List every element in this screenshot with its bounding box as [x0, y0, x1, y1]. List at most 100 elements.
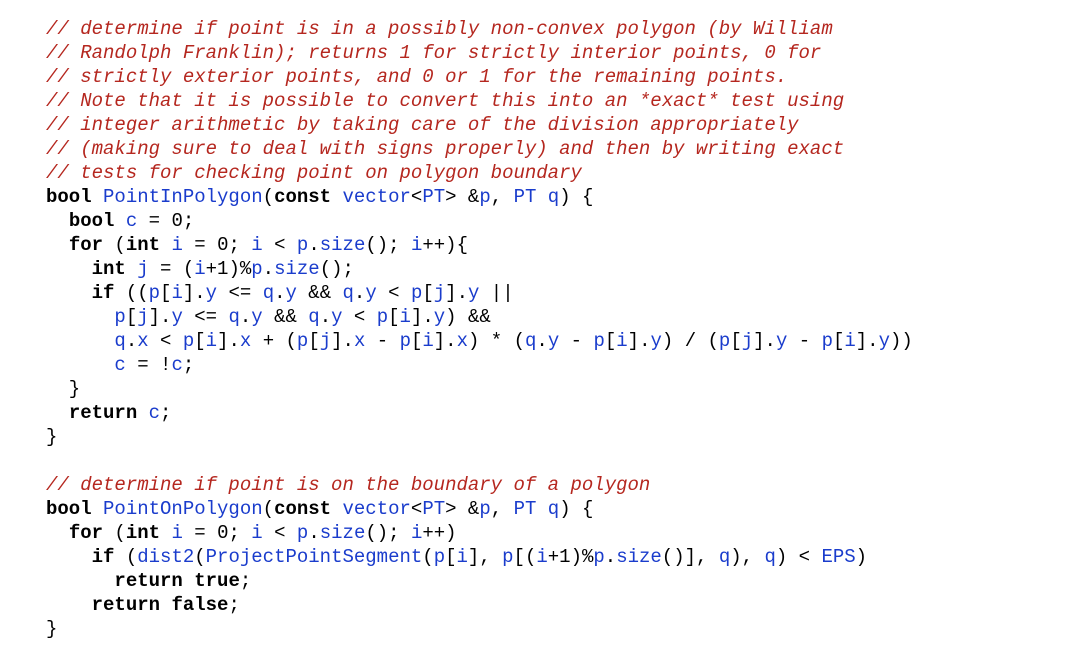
code-identifier: PointOnPolygon — [103, 498, 263, 520]
code-punctuation: < — [262, 522, 297, 544]
code-comment: // Note that it is possible to convert t… — [46, 90, 845, 112]
code-punctuation: = 0; — [137, 210, 195, 232]
code-identifier: j — [319, 330, 332, 352]
code-punctuation: > & — [445, 186, 480, 208]
code-keyword: for — [68, 522, 104, 544]
code-punctuation: && — [296, 282, 343, 304]
code-punctuation — [46, 354, 114, 376]
code-line: for (int i = 0; i < p.size(); i++){ — [46, 233, 913, 257]
code-identifier: p — [433, 546, 446, 568]
code-punctuation: +1)% — [547, 546, 594, 568]
code-identifier: dist2 — [137, 546, 195, 568]
code-identifier: i — [844, 330, 856, 352]
code-keyword: const — [274, 186, 332, 208]
code-identifier: i — [171, 234, 183, 256]
code-identifier: i — [422, 330, 434, 352]
code-identifier: y — [205, 282, 218, 304]
code-identifier: p — [593, 546, 605, 568]
code-punctuation: ()], — [661, 546, 719, 568]
code-punctuation: = 0; — [182, 234, 252, 256]
code-punctuation: ) — [855, 546, 868, 568]
code-keyword: bool — [46, 186, 92, 208]
code-punctuation — [331, 498, 342, 520]
code-identifier: j — [137, 306, 149, 328]
code-identifier: y — [547, 330, 560, 352]
code-punctuation: (); — [319, 258, 354, 280]
code-identifier: p — [296, 522, 309, 544]
code-punctuation — [114, 210, 125, 232]
code-punctuation: ( — [422, 546, 434, 568]
code-keyword: return — [114, 570, 183, 592]
code-line: int j = (i+1)%p.size(); — [46, 257, 913, 281]
code-punctuation: ) && — [445, 306, 491, 328]
code-keyword: int — [125, 234, 161, 256]
code-identifier: c — [171, 354, 183, 376]
code-punctuation: (); — [365, 234, 411, 256]
code-punctuation: ]. — [753, 330, 776, 352]
code-identifier: q — [547, 498, 560, 520]
code-punctuation: } — [46, 378, 81, 400]
code-punctuation: ]. — [182, 282, 206, 304]
code-identifier: c — [125, 210, 138, 232]
code-comment: // integer arithmetic by taking care of … — [46, 114, 799, 136]
code-punctuation: [ — [160, 282, 172, 304]
code-identifier: y — [878, 330, 890, 352]
code-identifier: p — [593, 330, 605, 352]
code-punctuation: ++){ — [422, 234, 468, 256]
code-identifier: x — [353, 330, 366, 352]
code-punctuation — [46, 546, 92, 568]
code-line: } — [46, 377, 913, 401]
code-comment: // Randolph Franklin); returns 1 for str… — [46, 42, 822, 64]
code-line: // integer arithmetic by taking care of … — [46, 113, 913, 137]
code-keyword: for — [68, 234, 104, 256]
code-comment: // determine if point is on the boundary… — [46, 474, 651, 496]
code-identifier: x — [239, 330, 252, 352]
code-keyword: if — [91, 546, 115, 568]
code-punctuation: - — [559, 330, 594, 352]
code-identifier: y — [285, 282, 297, 304]
code-line: if ((p[i].y <= q.y && q.y < p[j].y || — [46, 281, 913, 305]
code-identifier: j — [741, 330, 754, 352]
code-punctuation — [46, 306, 114, 328]
code-punctuation: < — [262, 234, 297, 256]
code-punctuation: <= — [217, 282, 263, 304]
code-line: q.x < p[i].x + (p[j].x - p[i].x) * (q.y … — [46, 329, 912, 353]
code-punctuation — [160, 522, 171, 544]
code-line: p[j].y <= q.y && q.y < p[i].y) && — [46, 305, 913, 329]
code-identifier: y — [775, 330, 788, 352]
code-identifier: p — [376, 306, 389, 328]
code-punctuation — [160, 234, 171, 256]
code-keyword: return — [91, 594, 161, 616]
code-identifier: q — [228, 306, 240, 328]
code-keyword: false — [171, 594, 229, 616]
code-identifier: j — [433, 282, 446, 304]
code-punctuation: ) { — [559, 498, 594, 520]
code-identifier: i — [410, 522, 423, 544]
code-identifier: p — [410, 282, 423, 304]
code-identifier: x — [137, 330, 149, 352]
code-punctuation: ]. — [410, 306, 434, 328]
code-identifier: q — [114, 330, 126, 352]
code-identifier: i — [251, 522, 263, 544]
code-punctuation: < — [410, 186, 423, 208]
code-line: for (int i = 0; i < p.size(); i++) — [46, 521, 913, 545]
code-line: } — [46, 425, 913, 449]
code-punctuation: ), — [730, 546, 765, 568]
code-punctuation: < — [410, 498, 423, 520]
code-keyword: int — [91, 258, 126, 280]
code-punctuation — [536, 498, 547, 520]
code-keyword: if — [91, 282, 115, 304]
code-comment: // tests for checking point on polygon b… — [46, 162, 582, 184]
code-punctuation: ) { — [559, 186, 594, 208]
code-identifier: i — [171, 522, 183, 544]
code-punctuation: + ( — [251, 330, 297, 352]
code-punctuation: ]. — [433, 330, 457, 352]
code-punctuation: ; — [228, 594, 240, 616]
code-punctuation: [ — [730, 330, 742, 352]
code-identifier: q — [718, 546, 731, 568]
code-punctuation — [126, 258, 137, 280]
code-punctuation: . — [262, 258, 275, 280]
code-punctuation: [ — [308, 330, 320, 352]
code-identifier: p — [148, 282, 161, 304]
